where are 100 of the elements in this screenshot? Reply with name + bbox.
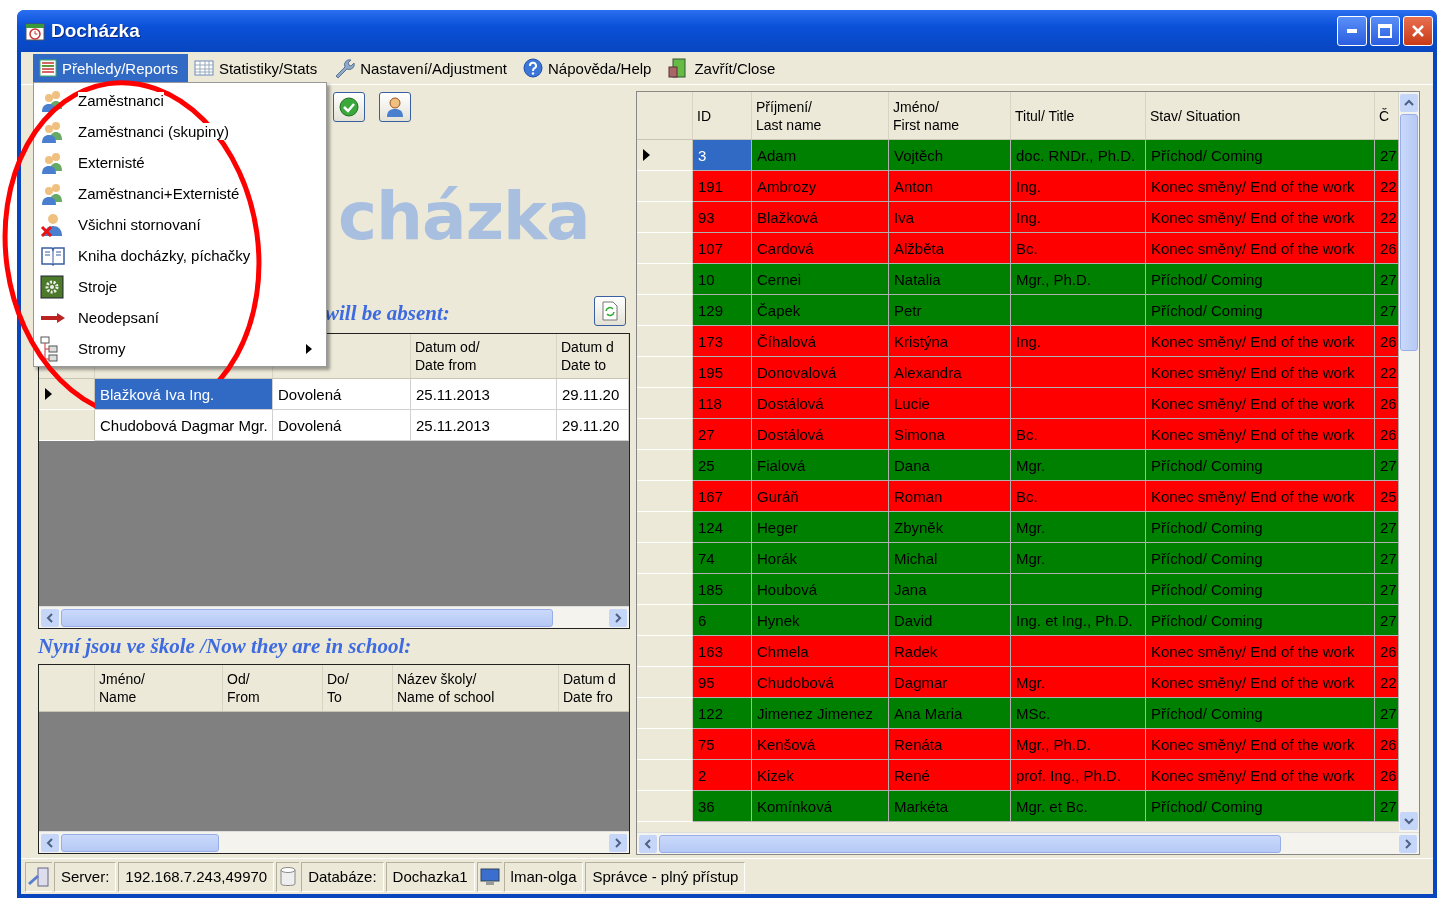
column-header[interactable]: Jméno/ First name [889, 92, 1011, 139]
table-cell[interactable]: 75 [693, 729, 752, 760]
table-cell[interactable]: Dostálová [752, 388, 889, 419]
table-cell[interactable]: 25 [1375, 481, 1399, 512]
table-cell[interactable]: 2 [693, 760, 752, 791]
table-cell[interactable]: Příchod/ Coming [1146, 605, 1375, 636]
table-cell[interactable]: Blažková Iva Ing. [95, 379, 273, 410]
table-cell[interactable]: Dana [889, 450, 1011, 481]
table-cell[interactable]: Bc. [1011, 481, 1146, 512]
menu-option[interactable]: Neodepsaní [34, 302, 326, 333]
table-cell[interactable]: 27 [693, 419, 752, 450]
horizontal-scrollbar[interactable] [39, 831, 629, 853]
menu-item[interactable]: Nápověda/Help [517, 54, 662, 82]
table-cell[interactable]: Dagmar [889, 667, 1011, 698]
menu-option[interactable]: Stromy [34, 333, 326, 364]
table-cell[interactable]: Konec směny/ End of the work [1146, 667, 1375, 698]
table-cell[interactable]: Bc. [1011, 233, 1146, 264]
menu-option[interactable]: Zaměstnanci [34, 85, 326, 116]
menu-option[interactable]: Kniha docházky, píchačky [34, 240, 326, 271]
table-cell[interactable]: MSc. [1011, 698, 1146, 729]
table-cell[interactable]: Lucie [889, 388, 1011, 419]
menu-option[interactable]: Zaměstnanci+Externisté [34, 178, 326, 209]
menu-item[interactable]: Statistiky/Stats [187, 54, 328, 82]
column-header[interactable]: ID [693, 92, 752, 139]
table-cell[interactable]: Ing. [1011, 202, 1146, 233]
table-cell[interactable]: 22 [1375, 171, 1399, 202]
table-cell[interactable]: Mgr. et Bc. [1011, 791, 1146, 822]
table-cell[interactable]: Radek [889, 636, 1011, 667]
column-header[interactable]: Jméno/ Name [95, 665, 223, 711]
table-cell[interactable]: Konec směny/ End of the work [1146, 481, 1375, 512]
table-cell[interactable]: 26 [1375, 729, 1399, 760]
table-cell[interactable]: Mgr. [1011, 512, 1146, 543]
table-cell[interactable]: 3 [693, 140, 752, 171]
table-cell[interactable]: Cernei [752, 264, 889, 295]
table-cell[interactable]: Simona [889, 419, 1011, 450]
table-cell[interactable]: Michal [889, 543, 1011, 574]
table-cell[interactable]: 27 [1375, 295, 1399, 326]
column-header[interactable]: Příjmení/ Last name [752, 92, 889, 139]
table-cell[interactable] [1011, 636, 1146, 667]
table-cell[interactable]: 27 [1375, 791, 1399, 822]
table-cell[interactable]: 25 [693, 450, 752, 481]
menu-option[interactable]: Stroje [34, 271, 326, 302]
table-cell[interactable]: 107 [693, 233, 752, 264]
table-cell[interactable]: Mgr. [1011, 450, 1146, 481]
table-cell[interactable]: Jana [889, 574, 1011, 605]
table-cell[interactable]: 22 [1375, 667, 1399, 698]
table-cell[interactable]: 118 [693, 388, 752, 419]
column-header[interactable]: Datum od/ Date from [411, 334, 557, 378]
table-cell[interactable]: Cardová [752, 233, 889, 264]
table-cell[interactable]: Kristýna [889, 326, 1011, 357]
table-cell[interactable]: Příchod/ Coming [1146, 450, 1375, 481]
table-cell[interactable]: Konec směny/ End of the work [1146, 326, 1375, 357]
table-cell[interactable]: 191 [693, 171, 752, 202]
table-cell[interactable]: Ana Maria [889, 698, 1011, 729]
table-cell[interactable]: Příchod/ Coming [1146, 295, 1375, 326]
table-cell[interactable]: 29.11.20 [557, 410, 629, 441]
column-header[interactable]: Od/ From [223, 665, 323, 711]
table-cell[interactable]: 27 [1375, 574, 1399, 605]
table-cell[interactable]: Mgr. [1011, 543, 1146, 574]
column-header[interactable]: Název školy/ Name of school [393, 665, 559, 711]
column-header[interactable]: Titul/ Title [1011, 92, 1146, 139]
column-header[interactable]: Stav/ Situation [1146, 92, 1375, 139]
table-cell[interactable]: Konec směny/ End of the work [1146, 729, 1375, 760]
table-cell[interactable]: 27 [1375, 264, 1399, 295]
vertical-scrollbar[interactable] [1399, 92, 1419, 832]
table-cell[interactable]: Příchod/ Coming [1146, 512, 1375, 543]
table-cell[interactable]: 124 [693, 512, 752, 543]
table-cell[interactable]: Ing. [1011, 326, 1146, 357]
minimize-button[interactable] [1337, 16, 1367, 46]
table-cell[interactable]: prof. Ing., Ph.D. [1011, 760, 1146, 791]
table-cell[interactable]: Blažková [752, 202, 889, 233]
table-cell[interactable]: 6 [693, 605, 752, 636]
table-cell[interactable]: 27 [1375, 140, 1399, 171]
table-cell[interactable]: Guráň [752, 481, 889, 512]
table-cell[interactable]: Příchod/ Coming [1146, 264, 1375, 295]
table-cell[interactable]: Vojtěch [889, 140, 1011, 171]
column-header[interactable]: Do/ To [323, 665, 393, 711]
table-cell[interactable]: Příchod/ Coming [1146, 698, 1375, 729]
table-cell[interactable]: Konec směny/ End of the work [1146, 636, 1375, 667]
table-cell[interactable]: Iva [889, 202, 1011, 233]
table-cell[interactable]: 22 [1375, 357, 1399, 388]
table-cell[interactable]: Heger [752, 512, 889, 543]
table-cell[interactable]: Konec směny/ End of the work [1146, 202, 1375, 233]
table-cell[interactable]: 195 [693, 357, 752, 388]
table-cell[interactable]: Zbyněk [889, 512, 1011, 543]
table-cell[interactable]: Kizek [752, 760, 889, 791]
menu-item[interactable]: Nastavení/Adjustment [327, 54, 518, 82]
table-cell[interactable]: 26 [1375, 760, 1399, 791]
table-cell[interactable]: Dovolená [273, 379, 411, 410]
table-cell[interactable]: Příchod/ Coming [1146, 140, 1375, 171]
table-cell[interactable]: 27 [1375, 543, 1399, 574]
menu-option[interactable]: Všichni stornovaní [34, 209, 326, 240]
table-cell[interactable]: Mgr., Ph.D. [1011, 729, 1146, 760]
table-cell[interactable]: Chudobová Dagmar Mgr. [95, 410, 273, 441]
approve-button[interactable] [333, 92, 365, 122]
table-cell[interactable]: 25.11.2013 [411, 410, 557, 441]
table-cell[interactable]: René [889, 760, 1011, 791]
table-cell[interactable]: Dostálová [752, 419, 889, 450]
table-cell[interactable]: Renáta [889, 729, 1011, 760]
maximize-button[interactable] [1370, 16, 1400, 46]
